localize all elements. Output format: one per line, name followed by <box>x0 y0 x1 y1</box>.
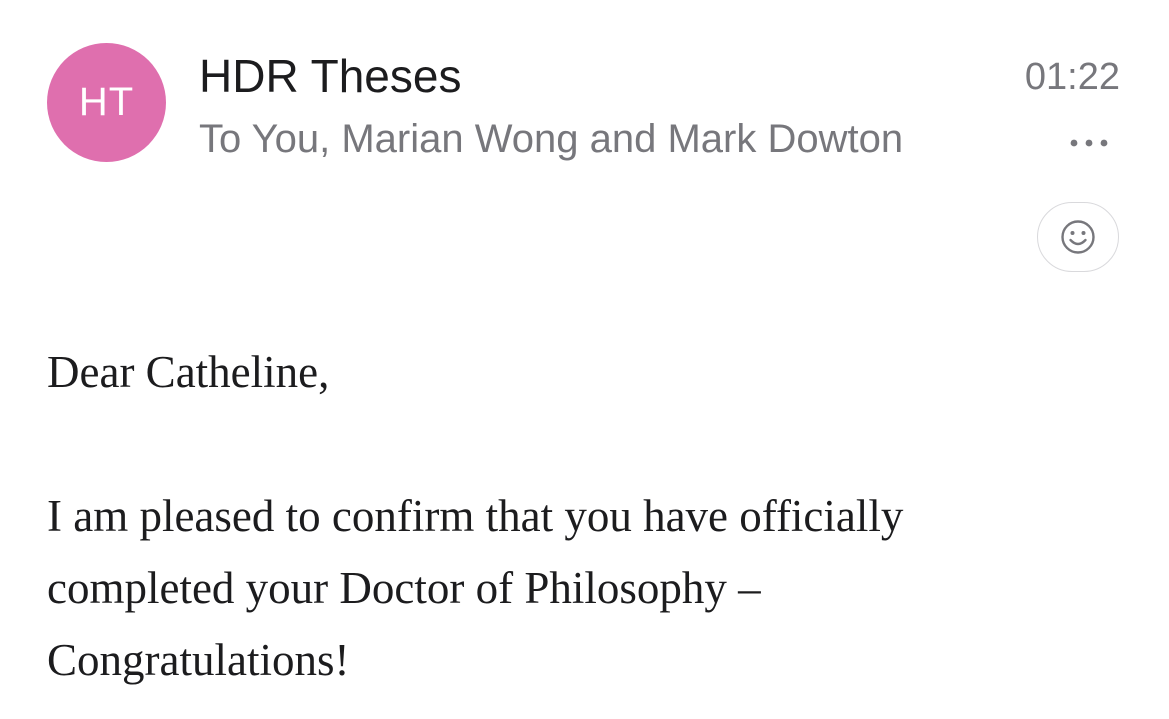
email-paragraph: I am pleased to confirm that you have of… <box>47 491 904 685</box>
more-options-button[interactable] <box>1062 124 1116 162</box>
recipients-line[interactable]: To You, Marian Wong and Mark Dowton <box>199 114 903 164</box>
more-horizontal-icon <box>1070 139 1108 147</box>
email-header: HT HDR Theses To You, Marian Wong and Ma… <box>0 0 1169 290</box>
sender-name[interactable]: HDR Theses <box>199 49 461 103</box>
email-greeting: Dear Catheline, <box>47 347 330 397</box>
sender-avatar[interactable]: HT <box>47 43 166 162</box>
message-timestamp: 01:22 <box>1024 56 1120 98</box>
email-body: Dear Catheline, I am pleased to confirm … <box>47 336 1127 696</box>
add-reaction-button[interactable] <box>1037 202 1119 272</box>
avatar-initials: HT <box>78 80 135 124</box>
smiley-face-icon <box>1061 220 1095 254</box>
